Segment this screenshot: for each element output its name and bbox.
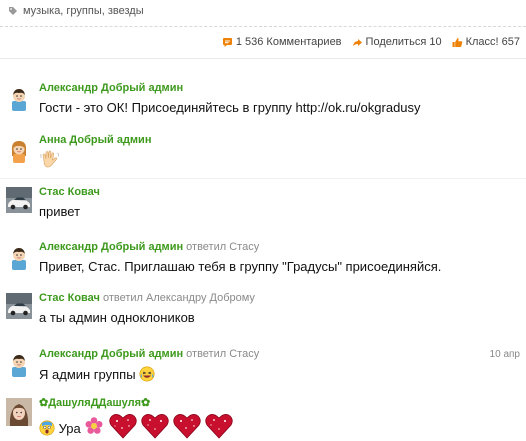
comment-text: Ура bbox=[58, 421, 81, 436]
thumbs-up-icon bbox=[452, 37, 462, 47]
divider bbox=[0, 26, 526, 27]
reply-target[interactable]: Александру Доброму bbox=[146, 292, 255, 304]
tags-text[interactable]: музыка, группы, звезды bbox=[23, 5, 144, 17]
car-photo-avatar[interactable] bbox=[6, 187, 32, 213]
comment-author[interactable]: Анна Добрый админ bbox=[39, 134, 151, 146]
laughing-face-icon bbox=[139, 366, 155, 382]
comment-text: привет bbox=[39, 204, 81, 219]
share-icon bbox=[352, 38, 362, 46]
comment-text: Привет, Стас. Приглашаю тебя в группу "Г… bbox=[39, 259, 442, 274]
reply-verb: ответил bbox=[186, 348, 227, 360]
reply-target[interactable]: Стасу bbox=[229, 241, 259, 253]
comment-icon bbox=[222, 37, 232, 47]
male-avatar-icon[interactable] bbox=[6, 351, 32, 377]
like-count: Класс! 657 bbox=[465, 36, 520, 48]
comment-author[interactable]: Александр Добрый админ bbox=[39, 82, 183, 94]
male-avatar-icon[interactable] bbox=[6, 244, 32, 270]
share-count: Поделиться 10 bbox=[365, 36, 442, 48]
waving-hand-icon bbox=[40, 150, 59, 168]
sparkle-heart-icon bbox=[109, 414, 137, 439]
comment-author[interactable]: Стас Ковач bbox=[39, 186, 100, 198]
tag-icon bbox=[9, 7, 17, 15]
comment-text: Я админ группы bbox=[39, 367, 136, 382]
stats-bar: 1 536 Комментариев Поделиться 10 Класс! … bbox=[222, 36, 520, 48]
female-avatar-icon[interactable] bbox=[6, 137, 32, 163]
flower-icon bbox=[85, 417, 103, 434]
divider bbox=[0, 58, 526, 59]
comment-author[interactable]: Стас Ковач bbox=[39, 292, 100, 304]
male-avatar-icon[interactable] bbox=[6, 85, 32, 111]
like-stat[interactable]: Класс! 657 bbox=[452, 36, 520, 48]
sparkle-heart-icon bbox=[205, 414, 233, 439]
hearts-group bbox=[108, 412, 234, 440]
comments-stat[interactable]: 1 536 Комментариев bbox=[222, 36, 342, 48]
tags-row: музыка, группы, звезды bbox=[8, 5, 144, 17]
reply-verb: ответил bbox=[186, 241, 227, 253]
comment-author[interactable]: Александр Добрый админ bbox=[39, 241, 183, 253]
comment-text: Гости - это ОК! Присоединяйтесь в группу… bbox=[39, 100, 421, 115]
shocked-face-icon bbox=[39, 420, 55, 436]
comment-date: 10 апр bbox=[489, 349, 520, 360]
comment-author[interactable]: ✿ДашуляДДашуля✿ bbox=[39, 397, 150, 409]
comments-count: 1 536 Комментариев bbox=[235, 36, 342, 48]
reply-verb: ответил bbox=[102, 292, 143, 304]
comment-author[interactable]: Александр Добрый админ bbox=[39, 348, 183, 360]
girl-photo-avatar[interactable] bbox=[6, 398, 32, 426]
comment-text: а ты админ одноклоников bbox=[39, 310, 195, 325]
car-photo-avatar[interactable] bbox=[6, 293, 32, 319]
reply-target[interactable]: Стасу bbox=[229, 348, 259, 360]
sparkle-heart-icon bbox=[141, 414, 169, 439]
sparkle-heart-icon bbox=[173, 414, 201, 439]
divider bbox=[0, 178, 526, 179]
share-stat[interactable]: Поделиться 10 bbox=[352, 36, 442, 48]
